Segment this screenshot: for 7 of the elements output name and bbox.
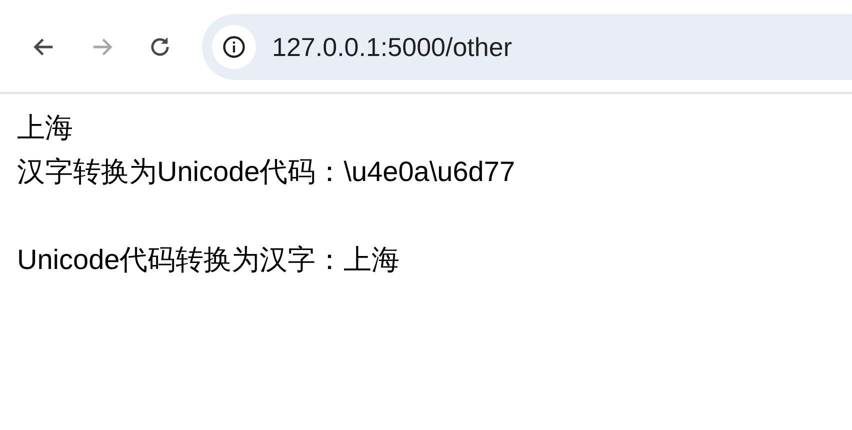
text-line: 汉字转换为Unicode代码：\u4e0a\u6d77	[17, 155, 516, 189]
url-text: 127.0.0.1:5000/other	[272, 32, 512, 62]
text-line: 上海	[17, 111, 74, 145]
address-bar[interactable]: 127.0.0.1:5000/other	[202, 14, 852, 80]
info-icon	[221, 34, 247, 60]
info-button[interactable]	[212, 25, 256, 69]
text-line: Unicode代码转换为汉字：上海	[17, 243, 401, 277]
